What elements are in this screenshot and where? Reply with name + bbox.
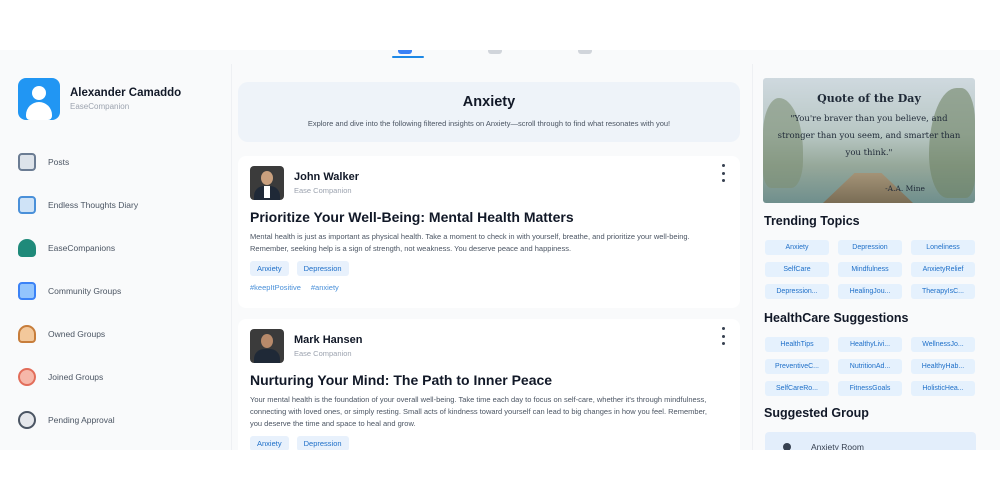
topic-chip[interactable]: SelfCare (765, 262, 829, 277)
topic-chip[interactable]: Mindfulness (838, 262, 902, 277)
main-feed: Anxiety Explore and dive into the follow… (236, 64, 744, 450)
sidebar-item-label: Posts (48, 156, 70, 167)
suggestion-chip[interactable]: PreventiveC... (765, 359, 829, 374)
suggested-group-title: Suggested Group (764, 406, 869, 420)
topic-description: Explore and dive into the following filt… (307, 119, 671, 128)
joined-groups-icon (18, 367, 36, 386)
post-title[interactable]: Prioritize Your Well-Being: Mental Healt… (250, 209, 728, 225)
more-options-icon[interactable] (718, 327, 728, 345)
quote-of-the-day: Quote of the Day "You're braver than you… (763, 78, 975, 203)
suggestion-chip[interactable]: HealthyHab... (911, 359, 975, 374)
topic-chip[interactable]: Loneliness (911, 240, 975, 255)
right-panel: Quote of the Day "You're braver than you… (752, 64, 1000, 450)
companions-icon (18, 238, 36, 257)
suggested-group-name: Anxiety Room (811, 442, 864, 450)
topic-title: Anxiety (462, 94, 516, 110)
suggested-group-card[interactable]: Anxiety Room (765, 432, 976, 450)
hashtag-link[interactable]: #keepItPositive (250, 283, 301, 292)
active-tab-indicator (392, 56, 424, 58)
topic-banner: Anxiety Explore and dive into the follow… (238, 82, 740, 142)
sidebar: Alexander Camaddo EaseCompanion Posts En… (0, 64, 232, 450)
user-profile[interactable]: Alexander Camaddo EaseCompanion (18, 78, 181, 120)
topic-chip[interactable]: AnxietyRelief (911, 262, 975, 277)
post-tags: Anxiety Depression (250, 261, 728, 276)
user-name: Alexander Camaddo (70, 87, 182, 99)
tag-chip[interactable]: Depression (296, 436, 349, 450)
home-icon[interactable] (398, 50, 412, 54)
topic-chip[interactable]: Depression... (765, 284, 829, 299)
sidebar-item-label: Endless Thoughts Diary (48, 199, 139, 210)
post-body: Mental health is just as important as ph… (250, 232, 690, 253)
trending-topics-list: Anxiety Depression Loneliness SelfCare M… (765, 240, 975, 299)
post-title[interactable]: Nurturing Your Mind: The Path to Inner P… (250, 372, 728, 388)
post-author[interactable]: Mark Hansen (294, 334, 362, 346)
post-body: Your mental health is the foundation of … (250, 395, 707, 428)
post-tags: Anxiety Depression (250, 436, 728, 450)
diary-icon (18, 195, 36, 214)
sidebar-item-label: Joined Groups (48, 371, 104, 382)
tag-chip[interactable]: Depression (296, 261, 349, 276)
sidebar-item-label: EaseCompanions (48, 242, 116, 253)
sidebar-item-diary[interactable]: Endless Thoughts Diary (18, 183, 138, 226)
topic-chip[interactable]: TherapyIsC... (911, 284, 975, 299)
post-card: John Walker Ease Companion Prioritize Yo… (238, 156, 740, 308)
post-hashtags: #keepItPositive #anxiety (250, 283, 728, 292)
post-author[interactable]: John Walker (294, 171, 359, 183)
post-card: Mark Hansen Ease Companion Nurturing You… (238, 319, 740, 450)
community-icon (18, 281, 36, 300)
sidebar-item-label: Owned Groups (48, 328, 106, 339)
trending-topics-title: Trending Topics (764, 214, 860, 228)
groups-icon[interactable] (488, 50, 502, 54)
suggestion-chip[interactable]: NutritionAd... (838, 359, 902, 374)
avatar (18, 78, 60, 120)
author-avatar[interactable] (250, 166, 284, 200)
sidebar-nav: Posts Endless Thoughts Diary EaseCompani… (18, 140, 138, 450)
topic-chip[interactable]: Depression (838, 240, 902, 255)
app-frame: Alexander Camaddo EaseCompanion Posts En… (0, 50, 1000, 450)
quote-text: "You're braver than you believe, and str… (777, 114, 961, 158)
page-bottom (0, 450, 1000, 500)
suggestion-chip[interactable]: HolisticHea... (911, 381, 975, 396)
suggestion-chip[interactable]: WellnessJo... (911, 337, 975, 352)
post-company: Ease Companion (294, 186, 352, 195)
pending-icon (18, 410, 36, 429)
posts-icon (18, 152, 36, 171)
owned-groups-icon (18, 324, 36, 343)
sidebar-item-owned-groups[interactable]: Owned Groups (18, 312, 138, 355)
healthcare-suggestions-title: HealthCare Suggestions (764, 311, 909, 325)
sidebar-item-joined-groups[interactable]: Joined Groups (18, 355, 138, 398)
topic-chip[interactable]: HealingJou... (838, 284, 902, 299)
more-options-icon[interactable] (718, 164, 728, 182)
hashtag-link[interactable]: #anxiety (311, 283, 339, 292)
sidebar-item-label: Pending Approval (48, 414, 115, 425)
group-icon (783, 443, 791, 450)
quote-heading: Quote of the Day (817, 92, 921, 105)
sidebar-item-posts[interactable]: Posts (18, 140, 138, 183)
healthcare-suggestions-list: HealthTips HealthyLivi... WellnessJo... … (765, 337, 975, 396)
quote-author: -A.A. Mine (885, 184, 925, 193)
tag-chip[interactable]: Anxiety (250, 436, 289, 450)
sidebar-item-pending-approval[interactable]: Pending Approval (18, 398, 138, 441)
notifications-icon[interactable] (578, 50, 592, 54)
suggestion-chip[interactable]: FitnessGoals (838, 381, 902, 396)
post-company: Ease Companion (294, 349, 352, 358)
sidebar-item-partial[interactable] (18, 441, 138, 450)
top-nav (0, 50, 1000, 64)
suggestion-chip[interactable]: SelfCareRo... (765, 381, 829, 396)
suggestion-chip[interactable]: HealthyLivi... (838, 337, 902, 352)
topic-chip[interactable]: Anxiety (765, 240, 829, 255)
author-avatar[interactable] (250, 329, 284, 363)
tag-chip[interactable]: Anxiety (250, 261, 289, 276)
sidebar-item-companions[interactable]: EaseCompanions (18, 226, 138, 269)
sidebar-item-label: Community Groups (48, 285, 122, 296)
suggestion-chip[interactable]: HealthTips (765, 337, 829, 352)
sidebar-item-community-groups[interactable]: Community Groups (18, 269, 138, 312)
user-subtitle: EaseCompanion (70, 102, 130, 111)
